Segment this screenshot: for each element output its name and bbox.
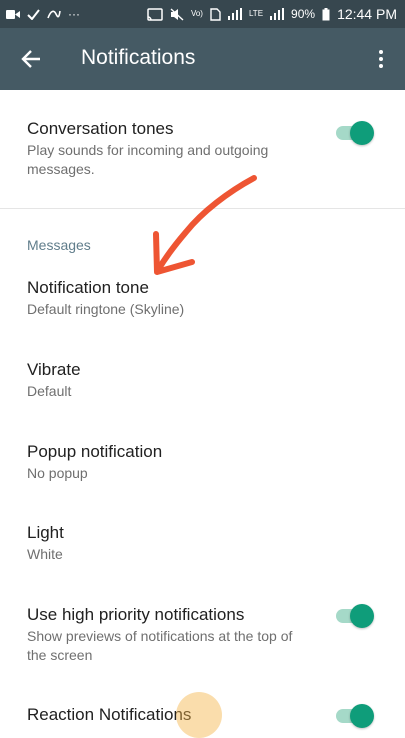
back-arrow-icon [21,50,40,68]
setting-subtitle: White [27,546,63,562]
setting-title: Vibrate [27,360,81,379]
overflow-dot [379,64,383,68]
signal-bars-icon [227,8,242,20]
toggle-thumb [350,704,374,728]
signal-bars-icon [270,8,285,20]
setting-vibrate[interactable]: Vibrate Default [0,359,405,401]
page-title: Notifications [81,46,196,69]
battery-percent: 90% [291,7,316,21]
cast-icon [147,7,163,21]
high-priority-toggle[interactable] [334,604,374,628]
setting-title: Popup notification [27,442,163,461]
overflow-dot [379,57,383,61]
setting-light[interactable]: Light White [0,522,405,564]
video-icon [6,9,20,19]
back-button[interactable] [14,43,48,75]
sim-card-icon [210,7,221,21]
settings-list: Conversation tones Play sounds for incom… [0,90,405,728]
overflow-dot [379,50,383,54]
status-left-icons: ··· [6,8,80,20]
overflow-menu-button[interactable] [371,44,391,74]
setting-subtitle: Default [27,383,72,399]
section-header-messages: Messages [27,237,91,253]
signal-wave-icon [47,10,61,19]
setting-notification-tone[interactable]: Notification tone Default ringtone (Skyl… [0,277,405,319]
status-right-icons: Vo) LTE 90% 12:44 PM [147,6,397,22]
status-time: 12:44 PM [337,6,397,22]
setting-subtitle: Default ringtone (Skyline) [27,301,185,317]
status-bar: ··· Vo) LTE 90% 12:44 PM [0,0,405,28]
more-dots-icon: ··· [68,7,80,21]
toggle-thumb [350,121,374,145]
volte-label: Vo) [190,9,203,18]
mute-icon [170,7,184,21]
setting-title: Notification tone [27,278,149,297]
app-toolbar: Notifications [0,28,405,90]
battery-icon [322,7,330,20]
lte-label: LTE [248,9,264,18]
check-icon [27,8,40,20]
setting-subtitle: Play sounds for incoming and outgoing me… [27,142,269,177]
section-divider [0,208,405,209]
conversation-tones-toggle[interactable] [334,121,374,145]
setting-subtitle: Show previews of notifications at the to… [27,628,293,663]
setting-popup-notification[interactable]: Popup notification No popup [0,441,405,483]
setting-subtitle: No popup [27,465,88,481]
toggle-thumb [350,604,374,628]
setting-title: Light [27,523,64,542]
reaction-notifications-toggle[interactable] [334,704,374,728]
